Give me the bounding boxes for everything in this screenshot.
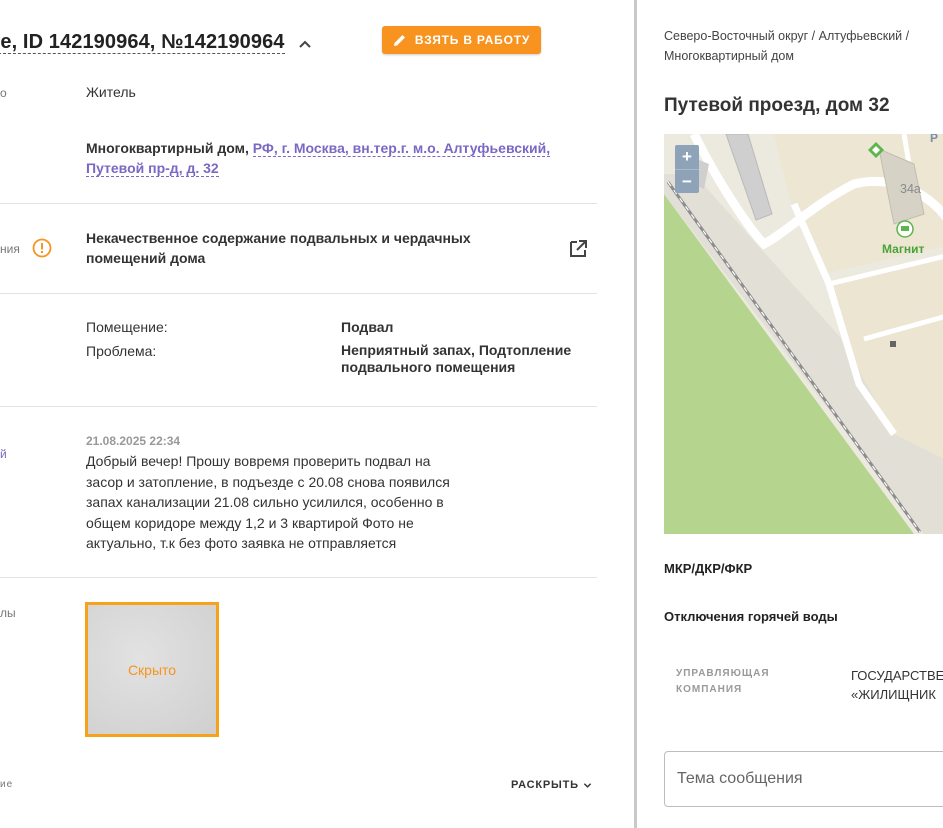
map-store-label: Магнит <box>882 242 925 256</box>
hidden-photo-thumbnail[interactable]: Скрыто <box>85 602 219 737</box>
map-edge-label: Р <box>930 134 939 145</box>
files-label: лы <box>0 606 16 620</box>
request-detail-panel: ие, ID 142190964, №142190964 ВЗЯТЬ В РАБ… <box>0 0 636 828</box>
photo-hidden-label: Скрыто <box>127 661 177 678</box>
take-to-work-button[interactable]: ВЗЯТЬ В РАБОТУ <box>382 26 541 54</box>
chevron-up-icon[interactable] <box>297 36 313 52</box>
issue-value: Неприятный запах, Подтопление подвальног… <box>341 342 572 375</box>
management-company-value: ГОСУДАРСТВЕ «ЖИЛИЩНИК <box>851 666 943 704</box>
object-row: Многоквартирный дом, РФ, г. Москва, вн.т… <box>86 138 586 178</box>
programs-section-title: МКР/ДКР/ФКР <box>664 561 753 576</box>
mc-value-line1: ГОСУДАРСТВЕ <box>851 668 943 683</box>
take-to-work-label: ВЗЯТЬ В РАБОТУ <box>414 33 531 47</box>
map-zoom-controls: + − <box>675 145 699 193</box>
problem-label: ния <box>0 242 20 256</box>
hot-water-section-title: Отключения горячей воды <box>664 609 838 624</box>
page-title: ие, ID 142190964, №142190964 <box>0 31 285 54</box>
zoom-out-button[interactable]: − <box>675 169 699 193</box>
breadcrumb: Северо-Восточный округ / Алтуфьевский / … <box>664 29 910 63</box>
management-company-label: УПРАВЛЯЮЩАЯ КОМПАНИЯ <box>676 668 770 695</box>
room-value: Подвал <box>341 319 394 335</box>
request-title-text: ие, ID 142190964, №142190964 <box>0 31 285 54</box>
expand-button[interactable]: РАСКРЫТЬ <box>511 779 592 791</box>
message-subject-input[interactable] <box>664 751 943 807</box>
object-type: Многоквартирный дом, <box>86 140 249 156</box>
divider <box>0 203 597 204</box>
chevron-down-icon <box>583 782 592 788</box>
map[interactable]: 34а Магнит Р + − <box>664 134 943 534</box>
object-info-panel: Северо-Восточный округ / Алтуфьевский / … <box>637 0 943 828</box>
address-title: Путевой проезд, дом 32 <box>664 95 890 116</box>
issue-label: Проблема: <box>86 343 157 359</box>
divider <box>0 293 597 294</box>
warning-icon <box>32 238 52 258</box>
divider <box>0 406 597 407</box>
map-building-label: 34а <box>900 182 921 196</box>
comment-date: 21.08.2025 22:34 <box>86 434 181 448</box>
bottom-section-label: ие <box>0 779 14 790</box>
applicant-value: Житель <box>86 84 136 100</box>
divider <box>0 577 597 578</box>
comment-label: й <box>0 447 7 461</box>
problem-value: Некачественное содержание подвальных и ч… <box>86 230 471 266</box>
zoom-in-button[interactable]: + <box>675 145 699 169</box>
expand-label: РАСКРЫТЬ <box>511 779 579 791</box>
applicant-label: о <box>0 86 7 100</box>
open-external-icon[interactable] <box>567 238 589 260</box>
mc-value-line2: «ЖИЛИЩНИК <box>851 687 936 702</box>
pencil-icon <box>393 35 405 46</box>
comment-text: Добрый вечер! Прошу вовремя проверить по… <box>86 453 450 551</box>
room-label: Помещение: <box>86 319 168 335</box>
